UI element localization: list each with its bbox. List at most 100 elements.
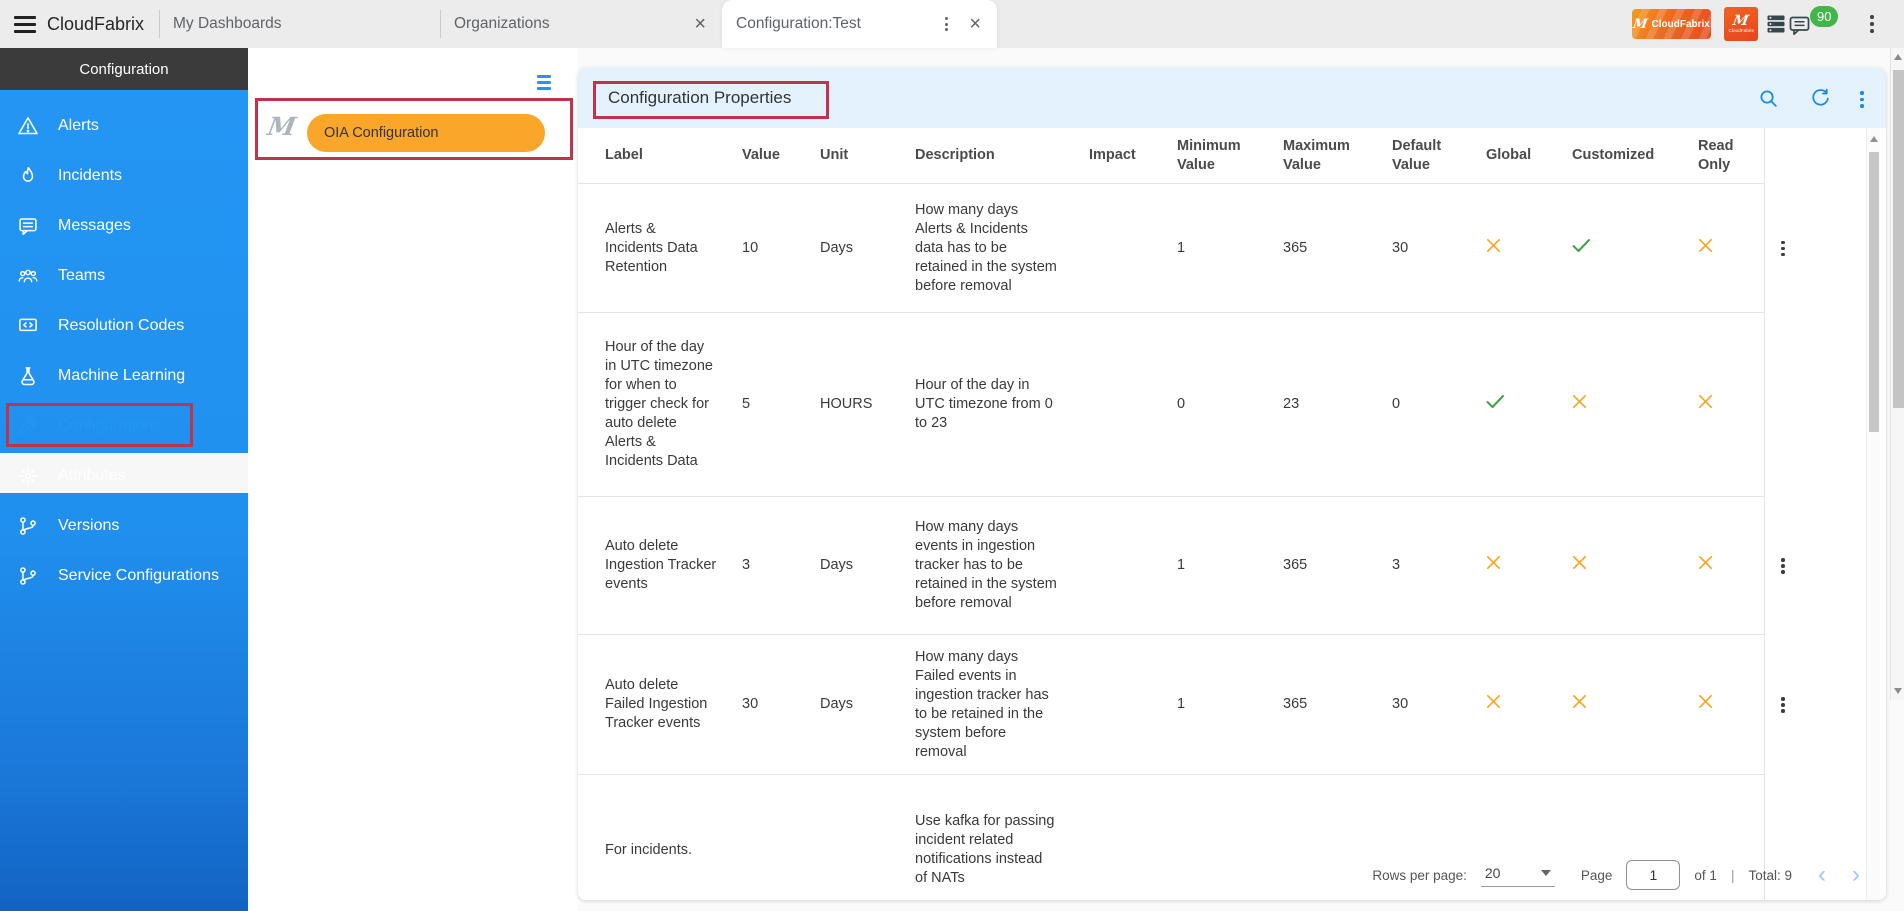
sidebar-item-configurations[interactable]: Configurations [0,401,248,451]
customized-flag-icon [1572,238,1698,259]
page-of-label: of 1 [1694,868,1717,883]
flame-icon [17,165,39,187]
cloudfabrix-tile-button[interactable]: M CloudFabrix [1724,7,1758,41]
column-header: Maximum Value [1283,137,1392,175]
topbar-kebab-menu-icon[interactable] [1868,13,1876,35]
column-header: Read Only [1698,137,1764,175]
table-scrollbar[interactable] [1866,128,1880,900]
cell-label: Hour of the day in UTC timezone for when… [605,338,742,471]
app-window: CloudFabrix My Dashboards Organizations … [0,0,1904,911]
scroll-down-arrow-icon[interactable] [1894,688,1902,694]
sidebar-item-label: Versions [58,517,119,535]
cloudfabrix-button[interactable]: M CloudFabrix [1632,9,1711,39]
sidebar-item-label: Attributes [58,467,126,485]
page-number-input[interactable] [1626,860,1680,890]
total-count-label: Total: 9 [1748,868,1792,883]
table-row: Auto delete Failed Ingestion Tracker eve… [578,635,1886,775]
global-flag-icon [1486,555,1572,576]
sidebar-item-machine-learning[interactable]: Machine Learning [0,351,248,401]
flask-icon [17,365,39,387]
cell-description: How many days events in ingestion tracke… [915,518,1089,613]
tab-menu-kebab-icon[interactable] [942,14,951,34]
cell-unit: Days [820,556,915,575]
scroll-up-arrow-icon[interactable] [1870,136,1878,142]
table-row: Alerts & Incidents Data Retention 10 Day… [578,184,1886,313]
page-scrollbar[interactable] [1890,48,1904,700]
global-flag-icon [1486,238,1572,259]
read-only-flag-icon [1698,238,1764,259]
previous-page-chevron-icon[interactable] [1818,863,1826,887]
sidebar-item-service-configurations[interactable]: Service Configurations [0,551,248,601]
global-flag-icon [1486,394,1572,415]
close-icon[interactable] [967,14,983,34]
hamburger-menu-icon[interactable] [14,16,36,33]
row-kebab-menu-icon[interactable] [1778,555,1788,577]
sidebar-item-label: Configurations [58,417,161,435]
cloudfabrix-logo-icon: M [1632,18,1649,31]
git-branch-icon [17,515,39,537]
cell-label: Auto delete Ingestion Tracker events [605,537,742,594]
tab-label: Organizations [454,15,550,33]
chevron-down-icon [1541,870,1551,876]
cell-default-value: 30 [1392,239,1486,258]
cell-max-value: 365 [1283,695,1392,714]
cell-unit: Days [820,239,915,258]
server-stack-icon[interactable] [1766,14,1786,34]
column-header: Default Value [1392,137,1486,175]
sidebar-item-teams[interactable]: Teams [0,251,248,301]
cell-max-value: 365 [1283,239,1392,258]
cell-default-value: 3 [1392,556,1486,575]
messages-icon[interactable] [1789,16,1811,36]
sidebar-item-versions[interactable]: Versions [0,501,248,551]
cloudfabrix-logo-icon: M [1732,14,1750,28]
column-header: Minimum Value [1177,137,1283,175]
panel-kebab-menu-icon[interactable] [1858,89,1866,110]
scroll-up-arrow-icon[interactable] [1894,54,1902,60]
close-icon[interactable] [692,14,708,34]
sidebar-item-label: Teams [58,267,105,285]
table-scrollbar-thumb[interactable] [1869,152,1879,432]
cell-value: 3 [742,556,820,575]
tab-configuration-test[interactable]: Configuration:Test [722,0,997,48]
refresh-icon[interactable] [1810,88,1831,109]
tab-my-dashboards[interactable]: My Dashboards [159,0,440,48]
cell-label: Alerts & Incidents Data Retention [605,220,742,277]
sidebar-item-alerts[interactable]: Alerts [0,101,248,151]
cell-description: Use kafka for passing incident related n… [915,812,1089,888]
page-scrollbar-thumb[interactable] [1893,70,1904,408]
next-page-chevron-icon[interactable] [1852,863,1860,887]
rows-per-page-label: Rows per page: [1372,868,1467,883]
sidebar-item-label: Machine Learning [58,367,185,385]
explorer-hamburger-icon[interactable] [535,73,553,92]
table-row: Hour of the day in UTC timezone for when… [578,313,1886,497]
tab-organizations[interactable]: Organizations [440,0,722,48]
pagination-bar: Rows per page: 20 Page of 1 | Total: 9 [1372,858,1860,892]
cell-min-value: 1 [1177,556,1283,575]
sidebar-item-label: Alerts [58,117,99,135]
cell-min-value: 0 [1177,395,1283,414]
search-icon[interactable] [1758,88,1779,109]
cell-unit: HOURS [820,395,915,414]
sidebar-item-resolution-codes[interactable]: Resolution Codes [0,301,248,351]
customized-flag-icon [1572,555,1698,576]
sidebar-item-incidents[interactable]: Incidents [0,151,248,201]
column-header: Customized [1572,146,1698,165]
cell-value: 30 [742,695,820,714]
top-bar: CloudFabrix My Dashboards Organizations … [0,0,1904,48]
cell-label: For incidents. [605,841,742,860]
row-kebab-menu-icon[interactable] [1778,694,1788,716]
cell-value: 5 [742,395,820,414]
oia-configuration-item[interactable]: OIA Configuration [307,114,545,152]
alert-triangle-icon [17,115,39,137]
cell-max-value: 23 [1283,395,1392,414]
sidebar-item-label: Messages [58,217,131,235]
column-header: Value [742,146,820,165]
rows-per-page-select[interactable]: 20 [1481,863,1555,887]
git-branch-icon [17,565,39,587]
column-header: Global [1486,146,1572,165]
notification-count-badge[interactable]: 90 [1810,6,1838,27]
sidebar-item-messages[interactable]: Messages [0,201,248,251]
brand-home-button[interactable]: CloudFabrix [14,0,144,48]
sidebar-item-attributes[interactable]: Attributes [0,451,248,501]
row-kebab-menu-icon[interactable] [1778,238,1788,260]
